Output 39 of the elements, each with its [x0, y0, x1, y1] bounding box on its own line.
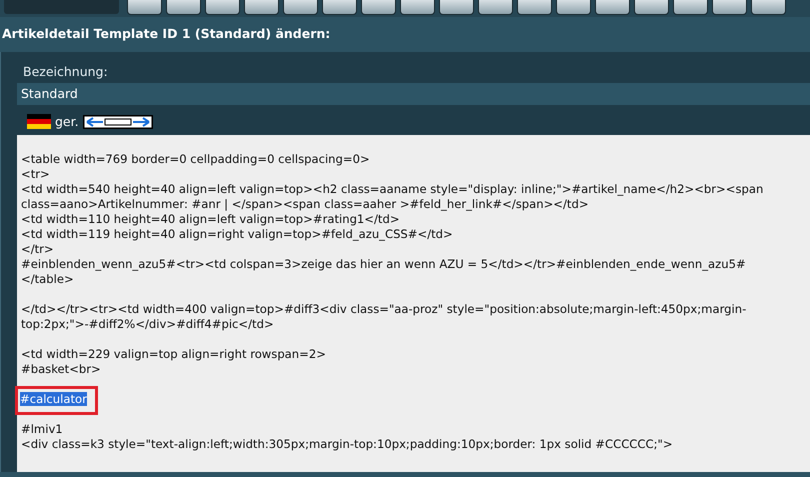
toolbar-button[interactable] — [166, 0, 201, 15]
toolbar-button[interactable] — [673, 0, 708, 15]
code-line: #einblenden_wenn_azu5#<tr><td colspan=3>zeige das hier an wenn AZU = 5</td></tr>#einblenden_ende_wenn_azu5# — [21, 257, 746, 271]
code-line: #lmiv1 — [21, 422, 63, 436]
toolbar-button[interactable] — [517, 0, 552, 15]
language-label: ger. — [55, 114, 79, 129]
code-line: <td width=110 height=40 align=left valign=top>#rating1</td> — [21, 212, 400, 226]
code-line: </table> — [21, 272, 74, 286]
toolbar-button[interactable] — [478, 0, 513, 15]
code-line: <div class=k3 style="text-align:left;width:305px;margin-top:10px;padding:10px;border: 1px solid #CCCCCC;"> — [21, 437, 673, 451]
code-line: </td></tr><tr><td width=400 valign=top>#diff3<div class="aa-proz" style="position:absolute;margin-left:450px;margin- — [21, 302, 746, 316]
code-line: <table width=769 border=0 cellpadding=0 cellspacing=0> — [21, 152, 370, 166]
toolbar-button[interactable] — [322, 0, 357, 15]
toolbar-button[interactable] — [712, 0, 747, 15]
code-line: top:2px;">-#diff2%</div>#diff4#pic</td> — [21, 317, 274, 331]
flag-icon[interactable] — [27, 114, 51, 129]
code-line: #basket<br> — [21, 362, 101, 376]
code-line: <td width=540 height=40 align=left valign=top><h2 class=aaname style="display: inline;">#artikel_name</h2><br><span — [21, 182, 764, 196]
code-line: </tr> — [21, 242, 54, 256]
toolbar-button[interactable] — [595, 0, 630, 15]
toolbar-button[interactable] — [439, 0, 474, 15]
code-line: class=aano>Artikelnummer: #anr | </span><span class=aaher >#feld_her_link#</span></td> — [21, 197, 589, 211]
toolbar-button[interactable] — [127, 0, 162, 15]
code-editor[interactable] — [17, 135, 810, 472]
toolbar-button[interactable] — [361, 0, 396, 15]
name-field[interactable]: Standard — [17, 83, 810, 105]
toolbar-button[interactable] — [400, 0, 435, 15]
code-line: <td width=229 valign=top align=right rowspan=2> — [21, 347, 326, 361]
toolbar-button[interactable] — [283, 0, 318, 15]
page-title: Artikeldetail Template ID 1 (Standard) ändern: — [1, 25, 332, 43]
code-line: <tr> — [21, 167, 50, 181]
toolbar-button[interactable] — [205, 0, 240, 15]
toolbar-button[interactable] — [244, 0, 279, 15]
code-line: <td width=119 height=40 align=right valign=top>#feld_azu_CSS#</td> — [21, 227, 453, 241]
toolbar-button[interactable] — [751, 0, 786, 15]
toolbar-button[interactable] — [634, 0, 669, 15]
field-label: Bezeichnung: — [22, 63, 109, 81]
toolbar-button[interactable] — [556, 0, 591, 15]
resize-arrows-icon[interactable] — [82, 114, 153, 128]
